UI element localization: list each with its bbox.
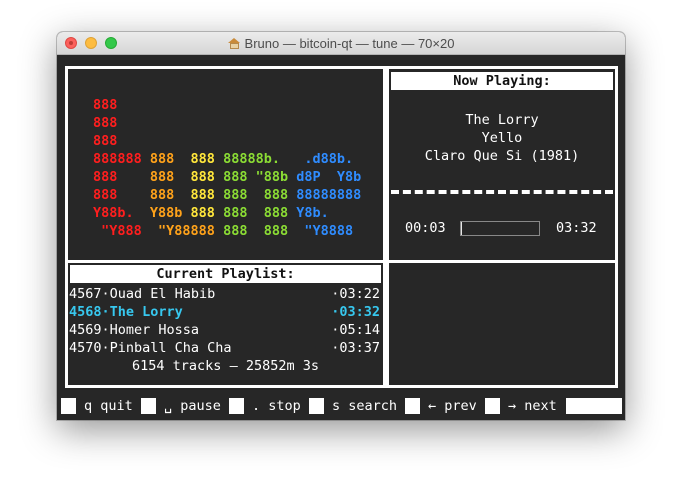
logo-segment: 888 bbox=[149, 151, 191, 167]
status-bar-fill bbox=[566, 398, 622, 414]
track-duration: ·05:14 bbox=[331, 322, 380, 338]
logo-segment: 888 bbox=[93, 133, 118, 149]
logo-line: 888 888 888 888 "88b d8P Y8b bbox=[93, 168, 361, 186]
logo-segment: 888 bbox=[190, 169, 224, 185]
logo-segment: 888888 bbox=[93, 151, 150, 167]
logo-segment: Y8b. bbox=[296, 205, 329, 221]
track-title: The Lorry bbox=[465, 112, 539, 128]
track-duration: ·03:37 bbox=[331, 340, 380, 356]
logo-segment: "Y888 bbox=[93, 223, 159, 239]
playback-time-row: 00:03 03:32 bbox=[389, 219, 615, 237]
prev-key-hint[interactable]: ← prev bbox=[428, 396, 477, 414]
terminal-content[interactable]: 888 888 888 888888 888 888 88888b. .d88b. 88… bbox=[57, 55, 625, 420]
next-key-marker bbox=[485, 398, 500, 414]
logo-segment: 888 bbox=[190, 205, 224, 221]
playlist-pane: Current Playlist: 4567·Ouad El Habib ·03:… bbox=[65, 260, 386, 388]
playlist-row-current[interactable]: 4568·The Lorry ·03:32 bbox=[69, 303, 382, 321]
logo-pane: 888 888 888 888888 888 888 88888b. .d88b. 88… bbox=[65, 66, 386, 263]
logo-segment: 888 bbox=[149, 187, 191, 203]
pause-key-marker bbox=[141, 398, 156, 414]
logo-segment: Y88b bbox=[149, 205, 191, 221]
progress-fill bbox=[461, 222, 463, 235]
logo-line: 888 888 888 888 888 88888888 bbox=[93, 186, 361, 204]
now-playing-header: Now Playing: bbox=[391, 72, 613, 90]
logo-segment: 888 bbox=[93, 169, 150, 185]
logo-line: 888888 888 888 88888b. .d88b. bbox=[93, 150, 361, 168]
prev-key-marker bbox=[405, 398, 420, 414]
logo-segment: 888 888 bbox=[223, 187, 297, 203]
track-album: Claro Que Si (1981) bbox=[424, 148, 580, 164]
logo-line: "Y888 "Y88888 888 888 "Y8888 bbox=[93, 222, 361, 240]
logo-segment: "Y88888 bbox=[158, 223, 224, 239]
stop-key-marker bbox=[229, 398, 244, 414]
logo-segment: .d88b. bbox=[304, 151, 354, 167]
quit-key-hint[interactable]: q quit bbox=[84, 396, 133, 414]
playlist-row[interactable]: 4569·Homer Hossa ·05:14 bbox=[69, 321, 382, 339]
logo-segment: 888 bbox=[93, 187, 150, 203]
total-time: 03:32 bbox=[556, 220, 597, 236]
now-playing-pane: Now Playing: The Lorry Yello Claro Que S… bbox=[386, 66, 618, 263]
title-bar[interactable]: Bruno — bitcoin-qt — tune — 70×20 bbox=[57, 32, 625, 55]
logo-segment: 888 bbox=[93, 97, 118, 113]
logo-segment: Y88b. bbox=[93, 205, 150, 221]
search-key-hint[interactable]: s search bbox=[332, 396, 397, 414]
track-label: 4569·Homer Hossa bbox=[69, 322, 200, 338]
logo-line: Y88b. Y88b 888 888 888 Y8b. bbox=[93, 204, 361, 222]
logo-segment: "Y8888 bbox=[304, 223, 354, 239]
next-key-hint[interactable]: → next bbox=[508, 396, 557, 414]
logo-segment: 888 bbox=[149, 169, 191, 185]
terminal-window: Bruno — bitcoin-qt — tune — 70×20 888 888… bbox=[57, 32, 625, 420]
logo-segment: 888 bbox=[190, 187, 224, 203]
playlist-summary: 6154 tracks — 25852m 3s bbox=[132, 358, 319, 374]
empty-pane bbox=[386, 260, 618, 388]
window-title-text: Bruno — bitcoin-qt — tune — 70×20 bbox=[244, 36, 455, 51]
playlist-header: Current Playlist: bbox=[70, 265, 381, 283]
search-key-marker bbox=[309, 398, 324, 414]
window-title: Bruno — bitcoin-qt — tune — 70×20 bbox=[57, 32, 625, 55]
quit-key-marker bbox=[61, 398, 76, 414]
key-hints-bar: q quit ␣ pause . stop s search ← prev → … bbox=[57, 396, 625, 414]
playlist-row[interactable]: 4567·Ouad El Habib ·03:22 bbox=[69, 285, 382, 303]
track-label: 4570·Pinball Cha Cha bbox=[69, 340, 232, 356]
logo-line: 888 bbox=[93, 132, 361, 150]
home-folder-icon bbox=[227, 38, 241, 49]
logo-segment: 88888888 bbox=[296, 187, 362, 203]
playlist-row[interactable]: 4570·Pinball Cha Cha ·03:37 bbox=[69, 339, 382, 357]
logo-segment: 888 bbox=[93, 115, 118, 131]
pause-key-hint[interactable]: ␣ pause bbox=[164, 396, 221, 414]
track-label: 4568·The Lorry bbox=[69, 304, 183, 320]
logo-segment: d8P Y8b bbox=[296, 169, 362, 185]
logo-segment: 88888b. bbox=[223, 151, 305, 167]
logo-segment: 888 888 bbox=[223, 223, 305, 239]
logo-segment: 888 "88b bbox=[223, 169, 297, 185]
divider bbox=[391, 190, 613, 194]
track-artist: Yello bbox=[481, 130, 523, 146]
track-label: 4567·Ouad El Habib bbox=[69, 286, 216, 302]
progress-bar[interactable] bbox=[460, 221, 540, 236]
logo-segment: 888 bbox=[190, 151, 224, 167]
tune-ascii-logo: 888 888 888 888888 888 888 88888b. .d88b. 88… bbox=[93, 96, 361, 240]
track-duration: ·03:32 bbox=[331, 304, 380, 320]
logo-line: 888 bbox=[93, 114, 361, 132]
elapsed-time: 00:03 bbox=[405, 220, 446, 236]
track-duration: ·03:22 bbox=[331, 286, 380, 302]
logo-segment: 888 888 bbox=[223, 205, 297, 221]
stop-key-hint[interactable]: . stop bbox=[252, 396, 301, 414]
logo-line: 888 bbox=[93, 96, 361, 114]
